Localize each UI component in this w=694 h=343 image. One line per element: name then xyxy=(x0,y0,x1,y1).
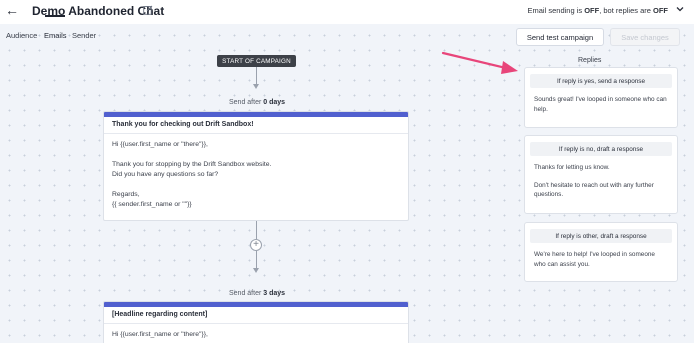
reply-condition-title: If reply is no, draft a response xyxy=(530,142,672,156)
reply-body-line: We're here to help! I've looped in someo… xyxy=(534,251,655,268)
email-sending-status: OFF xyxy=(584,6,600,15)
send-after-label: Send after 3 days xyxy=(229,290,285,297)
tab-sender[interactable]: Sender xyxy=(72,31,96,40)
reply-card-yes[interactable]: If reply is yes, send a response Sounds … xyxy=(524,67,678,128)
arrow-down-icon xyxy=(253,84,259,89)
reply-body-line: Thanks for letting us know. xyxy=(534,164,610,171)
send-after-label: Send after 0 days xyxy=(229,99,285,106)
tab-audience[interactable]: Audience xyxy=(6,31,37,40)
reply-body: We're here to help! I've looped in someo… xyxy=(525,243,677,276)
connector-line xyxy=(256,251,257,269)
reply-body-line: Sounds great! I've looped in someone who… xyxy=(534,96,667,113)
chevron-down-icon[interactable] xyxy=(675,4,685,14)
save-changes-button[interactable]: Save changes xyxy=(610,28,680,46)
reply-condition-title: If reply is yes, send a response xyxy=(530,74,672,88)
arrow-down-icon xyxy=(253,268,259,273)
pencil-edit-icon[interactable] xyxy=(143,5,153,15)
email-body-line: {{ sender.first_name or ""}} xyxy=(112,201,192,208)
reply-body-line: Don't hesitate to reach out with any fur… xyxy=(534,181,654,199)
email-body-line: Regards, xyxy=(112,191,140,198)
reply-body: Sounds great! I've looped in someone who… xyxy=(525,88,677,121)
reply-card-no[interactable]: If reply is no, draft a response Thanks … xyxy=(524,135,678,214)
back-arrow-icon[interactable]: ← xyxy=(5,2,19,18)
start-of-campaign-badge: START OF CAMPAIGN xyxy=(217,55,296,67)
active-tab-indicator xyxy=(45,15,65,17)
reply-card-other[interactable]: If reply is other, draft a response We'r… xyxy=(524,222,678,282)
reply-body: Thanks for letting us know. Don't hesita… xyxy=(525,156,677,207)
email-status-text: Email sending is OFF, bot replies are OF… xyxy=(528,6,668,15)
bot-replies-status: OFF xyxy=(653,6,668,15)
email-subject: Thank you for checking out Drift Sandbox… xyxy=(104,117,408,134)
reply-condition-title: If reply is other, draft a response xyxy=(530,229,672,243)
send-test-campaign-button[interactable]: Send test campaign xyxy=(516,28,604,46)
connector-line xyxy=(256,67,257,85)
replies-heading: Replies xyxy=(578,57,602,64)
email-body: Hi {{user.first_name or "there"}}, xyxy=(104,324,408,343)
status-prefix: Email sending is xyxy=(527,6,585,15)
email-body-line: Hi {{user.first_name or "there"}}, xyxy=(112,141,208,148)
email-card[interactable]: Thank you for checking out Drift Sandbox… xyxy=(103,111,409,221)
send-delay-value: 0 days xyxy=(263,99,286,106)
email-body-line: Hi {{user.first_name or "there"}}, xyxy=(112,331,208,338)
reply-body-spacer xyxy=(534,173,668,181)
email-body-line: Did you have any questions so far? xyxy=(112,171,219,178)
connector-line xyxy=(256,221,257,239)
email-body-spacer xyxy=(112,150,400,160)
annotation-arrow-icon xyxy=(441,51,518,74)
status-middle: , bot replies are xyxy=(599,6,653,15)
send-after-prefix: Send after xyxy=(229,99,264,106)
email-body: Hi {{user.first_name or "there"}}, Thank… xyxy=(104,134,408,216)
email-card[interactable]: [Headline regarding content] Hi {{user.f… xyxy=(103,301,409,343)
plus-circle-icon[interactable]: + xyxy=(250,239,262,251)
send-after-prefix: Send after xyxy=(229,290,264,297)
email-body-spacer xyxy=(112,180,400,190)
top-header: ← Demo Abandoned Chat Email sending is O… xyxy=(0,0,694,24)
send-delay-value: 3 days xyxy=(263,290,286,297)
tab-emails[interactable]: Emails xyxy=(44,31,67,40)
email-body-line: Thank you for stopping by the Drift Sand… xyxy=(112,161,272,168)
email-subject: [Headline regarding content] xyxy=(104,307,408,324)
